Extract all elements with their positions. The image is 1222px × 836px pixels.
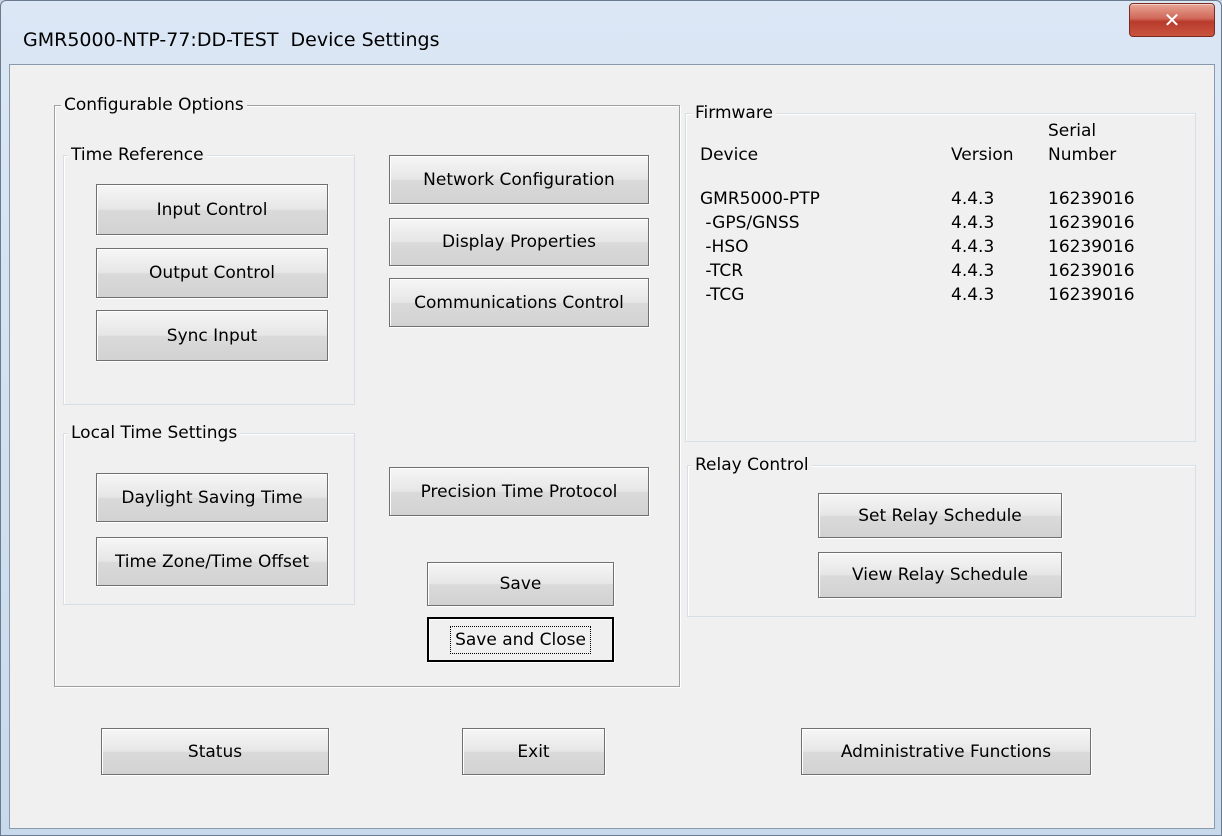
sync-input-button[interactable]: Sync Input — [96, 310, 328, 361]
firmware-header-version: Version — [951, 145, 1014, 165]
daylight-saving-time-button[interactable]: Daylight Saving Time — [96, 473, 328, 522]
firmware-device-cell: -TCG — [700, 285, 745, 305]
dialog-client-area: Configurable Options Time Reference Inpu… — [9, 64, 1215, 829]
firmware-version-cell: 4.4.3 — [951, 213, 995, 233]
firmware-serial-cell: 16239016 — [1048, 189, 1135, 209]
close-icon: ✕ — [1163, 8, 1181, 32]
relay-control-label: Relay Control — [692, 454, 812, 476]
firmware-serial-cell: 16239016 — [1048, 261, 1135, 281]
save-and-close-button[interactable]: Save and Close — [427, 617, 614, 662]
time-zone-offset-button[interactable]: Time Zone/Time Offset — [96, 537, 328, 586]
time-reference-label: Time Reference — [68, 144, 207, 166]
display-properties-button[interactable]: Display Properties — [389, 218, 649, 266]
administrative-functions-button[interactable]: Administrative Functions — [801, 728, 1091, 775]
window-title: GMR5000-NTP-77:DD-TEST Device Settings — [23, 29, 440, 51]
local-time-settings-label: Local Time Settings — [68, 422, 241, 444]
firmware-device-cell: -HSO — [700, 237, 749, 257]
communications-control-button[interactable]: Communications Control — [389, 278, 649, 327]
close-button[interactable]: ✕ — [1129, 3, 1215, 37]
window-frame: GMR5000-NTP-77:DD-TEST Device Settings ✕… — [0, 0, 1222, 836]
save-and-close-label: Save and Close — [450, 625, 591, 654]
firmware-version-cell: 4.4.3 — [951, 189, 995, 209]
firmware-header-number: Number — [1048, 145, 1117, 165]
title-bar[interactable]: GMR5000-NTP-77:DD-TEST Device Settings ✕ — [1, 1, 1221, 63]
firmware-device-cell: GMR5000-PTP — [700, 189, 820, 209]
view-relay-schedule-button[interactable]: View Relay Schedule — [818, 552, 1062, 598]
save-button[interactable]: Save — [427, 562, 614, 606]
firmware-serial-cell: 16239016 — [1048, 285, 1135, 305]
input-control-button[interactable]: Input Control — [96, 184, 328, 235]
firmware-serial-cell: 16239016 — [1048, 237, 1135, 257]
network-configuration-button[interactable]: Network Configuration — [389, 155, 649, 204]
firmware-device-cell: -GPS/GNSS — [700, 213, 800, 233]
firmware-serial-cell: 16239016 — [1048, 213, 1135, 233]
firmware-version-cell: 4.4.3 — [951, 261, 995, 281]
set-relay-schedule-button[interactable]: Set Relay Schedule — [818, 493, 1062, 538]
firmware-label: Firmware — [692, 102, 776, 124]
firmware-version-cell: 4.4.3 — [951, 237, 995, 257]
configurable-options-label: Configurable Options — [61, 94, 247, 116]
precision-time-protocol-button[interactable]: Precision Time Protocol — [389, 467, 649, 516]
firmware-version-cell: 4.4.3 — [951, 285, 995, 305]
status-button[interactable]: Status — [101, 728, 329, 775]
exit-button[interactable]: Exit — [462, 728, 605, 775]
firmware-header-serial: Serial — [1048, 121, 1097, 141]
firmware-device-cell: -TCR — [700, 261, 744, 281]
firmware-header-device: Device — [700, 145, 759, 165]
output-control-button[interactable]: Output Control — [96, 248, 328, 298]
